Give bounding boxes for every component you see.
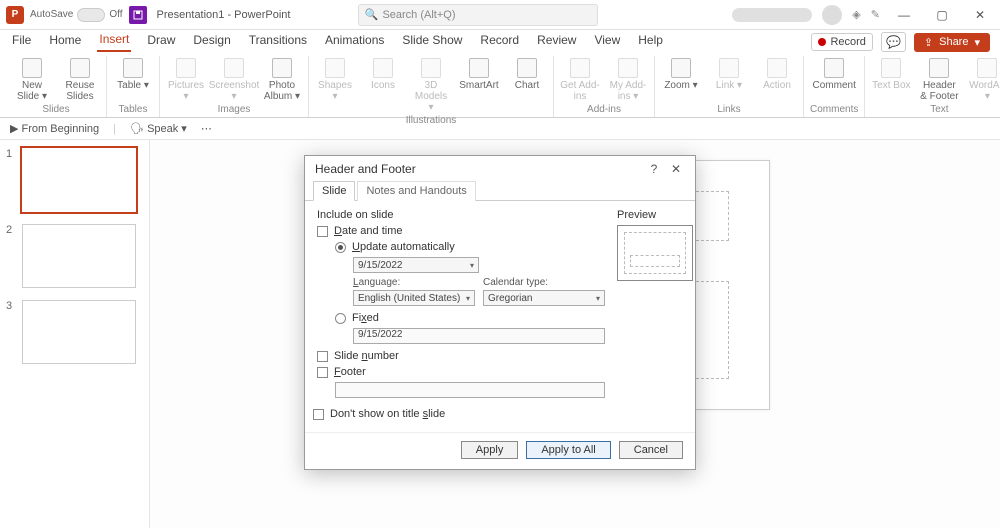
slide-number-label: Slide number bbox=[334, 350, 399, 362]
fixed-label: Fixed bbox=[352, 312, 379, 324]
slide-number-checkbox[interactable] bbox=[317, 351, 328, 362]
language-label: Language: bbox=[353, 277, 475, 288]
dont-show-title-checkbox[interactable] bbox=[313, 409, 324, 420]
include-on-slide-label: Include on slide bbox=[317, 209, 605, 221]
preview-box bbox=[617, 225, 693, 281]
dont-show-title-label: Don't show on title slide bbox=[330, 408, 445, 420]
header-footer-dialog: Header and Footer ? ✕ Slide Notes and Ha… bbox=[304, 155, 696, 470]
dialog-close-button[interactable]: ✕ bbox=[665, 162, 687, 176]
tab-slide[interactable]: Slide bbox=[313, 181, 355, 201]
update-automatically-radio[interactable] bbox=[335, 242, 346, 253]
footer-label: Footer bbox=[334, 366, 366, 378]
dialog-title: Header and Footer bbox=[315, 162, 643, 176]
fixed-radio[interactable] bbox=[335, 313, 346, 324]
date-time-checkbox[interactable] bbox=[317, 226, 328, 237]
apply-button[interactable]: Apply bbox=[461, 441, 519, 459]
footer-checkbox[interactable] bbox=[317, 367, 328, 378]
modal-overlay: Header and Footer ? ✕ Slide Notes and Ha… bbox=[0, 0, 1000, 528]
update-automatically-label: Update automatically bbox=[352, 241, 455, 253]
calendar-type-label: Calendar type: bbox=[483, 277, 605, 288]
preview-label: Preview bbox=[617, 209, 693, 221]
apply-to-all-button[interactable]: Apply to All bbox=[526, 441, 610, 459]
fixed-date-input[interactable]: 9/15/2022 bbox=[353, 328, 605, 344]
tab-notes-handouts[interactable]: Notes and Handouts bbox=[357, 181, 475, 201]
cancel-button[interactable]: Cancel bbox=[619, 441, 683, 459]
date-time-label: Date and time bbox=[334, 225, 403, 237]
dialog-help-button[interactable]: ? bbox=[643, 162, 665, 176]
date-dropdown[interactable]: 9/15/2022▾ bbox=[353, 257, 479, 273]
calendar-type-dropdown[interactable]: Gregorian▾ bbox=[483, 290, 605, 306]
footer-input[interactable] bbox=[335, 382, 605, 398]
language-dropdown[interactable]: English (United States)▾ bbox=[353, 290, 475, 306]
